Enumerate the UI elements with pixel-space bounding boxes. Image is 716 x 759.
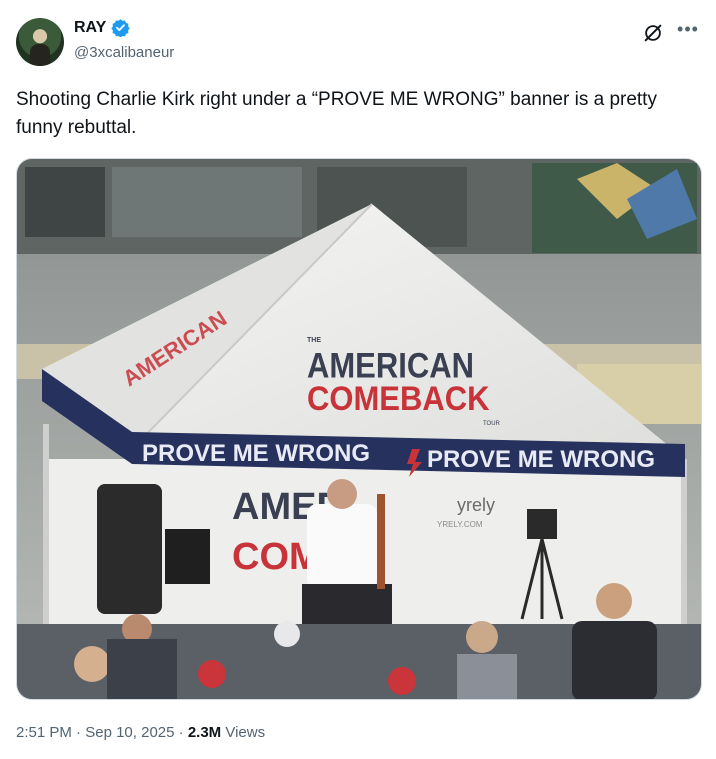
crowd-body xyxy=(107,639,177,699)
speaker-legs xyxy=(302,584,392,629)
crowd-head xyxy=(466,621,498,653)
crowd-cap xyxy=(388,667,416,695)
speaker-shirt xyxy=(307,504,377,589)
security-head xyxy=(596,583,632,619)
camera xyxy=(527,509,557,539)
crowd-cap xyxy=(198,660,226,688)
views-label: Views xyxy=(221,724,266,741)
grok-icon[interactable] xyxy=(642,22,664,44)
banner-left-text: PROVE ME WRONG xyxy=(142,440,370,467)
avatar[interactable] xyxy=(16,18,64,66)
speaker-head xyxy=(327,479,357,509)
handle[interactable]: @3xcalibaneur xyxy=(74,44,174,61)
roof-logo-top: THE xyxy=(307,337,321,344)
sponsor-text: yrely xyxy=(457,495,495,515)
verified-badge-icon xyxy=(111,19,130,37)
tweet-date[interactable]: Sep 10, 2025 xyxy=(85,724,174,741)
crowd-body xyxy=(457,654,517,699)
person-left xyxy=(97,484,162,614)
window xyxy=(25,167,105,237)
display-name[interactable]: RAY xyxy=(74,19,106,37)
crowd-cap xyxy=(274,621,300,647)
window xyxy=(112,167,302,237)
tweet-text: Shooting Charlie Kirk right under a “PRO… xyxy=(16,89,657,138)
views-count[interactable]: 2.3M xyxy=(188,724,221,741)
more-icon[interactable]: ••• xyxy=(676,20,700,44)
loudspeaker xyxy=(165,529,210,584)
meta-separator: · xyxy=(174,724,188,741)
tweet-header: RAY @3xcalibaneur ••• xyxy=(16,16,700,72)
banner-right-text: PROVE ME WRONG xyxy=(427,446,655,473)
tent-pole xyxy=(43,424,49,654)
meta-separator: · xyxy=(71,724,86,741)
tweet-meta: 2:51 PM · Sep 10, 2025 · 2.3M Views xyxy=(16,724,265,741)
name-row: RAY xyxy=(74,18,130,37)
stand-pole xyxy=(377,494,385,589)
roof-logo-sub: COMEBACK xyxy=(307,379,490,417)
tweet-media[interactable]: AMER COME yrely YRELY.COM THE AMERICAN C… xyxy=(16,158,702,700)
roof-logo-bottom: TOUR xyxy=(483,421,501,427)
tweet-time[interactable]: 2:51 PM xyxy=(16,724,72,741)
sponsor-url: YRELY.COM xyxy=(437,520,483,529)
security-body xyxy=(572,621,657,699)
crowd-head xyxy=(74,646,110,682)
tweet-photo: AMER COME yrely YRELY.COM THE AMERICAN C… xyxy=(17,159,701,699)
tent-pole xyxy=(681,459,687,649)
